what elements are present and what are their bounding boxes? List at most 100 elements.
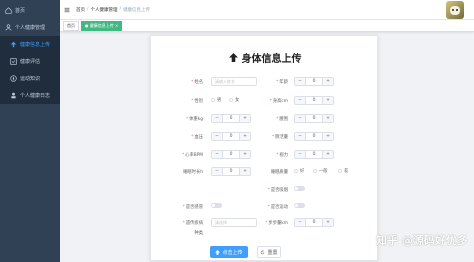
sleep-quality-poor[interactable]: 差 [338, 168, 348, 174]
hr-stepper[interactable]: −0 + [211, 150, 251, 159]
exercise-switch[interactable] [294, 203, 305, 208]
sleep-quality-good[interactable]: 好 [294, 168, 304, 174]
upload-button[interactable]: 点击上传 [210, 246, 248, 258]
decrement-button[interactable]: − [295, 151, 305, 158]
breadcrumb-item[interactable]: 首页 [76, 7, 85, 13]
smoke-switch[interactable] [294, 186, 305, 191]
vision-value: 0 [305, 151, 323, 158]
sleep-hours-stepper[interactable]: −0 + [211, 167, 251, 176]
lung-value: 0 [305, 133, 323, 140]
steps-stepper[interactable]: −0 + [294, 218, 334, 227]
gender-radio-female[interactable]: 女 [229, 97, 239, 103]
weight-label: *体重kg [186, 117, 203, 122]
lung-label: *肺活量 [271, 135, 288, 140]
breadcrumb: 首页 / 个人健康管理 / 健康信息上传 [76, 7, 150, 13]
hr-value: 0 [222, 151, 240, 158]
sidebar-item-log[interactable]: 个人健康日志 [0, 87, 60, 104]
vision-stepper[interactable]: −0 + [294, 150, 334, 159]
disease-select[interactable]: 请选择 [211, 218, 257, 227]
increment-button[interactable]: + [323, 133, 333, 140]
radio-dot [313, 169, 317, 173]
reset-button[interactable]: 重置 [257, 246, 281, 258]
sleep-quality-label: 睡眠质量 [270, 170, 288, 175]
cold-switch[interactable] [211, 203, 222, 208]
refresh-icon [261, 249, 265, 254]
increment-button[interactable]: + [323, 219, 333, 226]
height-stepper[interactable]: −0 + [294, 96, 334, 105]
sidebar-item-assessment[interactable]: 健康评估 [0, 53, 60, 70]
breadcrumb-item[interactable]: 个人健康管理 [91, 7, 118, 13]
form-title-text: 身体信息上传 [241, 54, 302, 65]
form-card: 身体信息上传 *姓名 请输入姓名 *年龄 −0 + *性别 男 女 *身高cm −… [150, 35, 378, 261]
smoke-label: *是否吸烟 [267, 188, 288, 193]
tag-upload[interactable]: ● 健康信息上传 × [81, 20, 123, 31]
decrement-button[interactable]: − [295, 78, 305, 85]
radio-dot [338, 169, 342, 173]
decrement-button[interactable]: − [212, 168, 222, 175]
tag-label: 健康信息上传 [89, 22, 114, 28]
sleep-hours-value: 0 [222, 168, 240, 175]
sidebar-item-label: 健康评估 [20, 59, 41, 65]
increment-button[interactable]: + [240, 115, 250, 122]
name-field[interactable]: 请输入姓名 [211, 77, 257, 86]
steps-value: 0 [305, 219, 323, 226]
increment-button[interactable]: + [240, 168, 250, 175]
upload-icon [10, 41, 17, 48]
sidebar-item-knowledge[interactable]: 运动知识 [0, 70, 60, 87]
tag-home[interactable]: 首页 [63, 20, 79, 31]
upload-icon [228, 53, 238, 62]
decrement-button[interactable]: − [295, 115, 305, 122]
sleep-quality-normal[interactable]: 一般 [313, 168, 328, 174]
waist-stepper[interactable]: −0 + [294, 114, 334, 123]
bp-label: *血压 [191, 135, 203, 140]
increment-button[interactable]: + [323, 115, 333, 122]
decrement-button[interactable]: − [212, 115, 222, 122]
cold-label: *是否感冒 [182, 205, 203, 210]
sleep-hours-label: 睡眠时长h [183, 170, 203, 175]
breadcrumb-separator: / [119, 6, 122, 12]
increment-button[interactable]: + [240, 133, 250, 140]
disease-label: *遗传疾病 [182, 221, 203, 226]
main-area: 首页 / 个人健康管理 / 健康信息上传 首页 ● 健康信息上传 × 身体信息上… [60, 0, 474, 262]
increment-button[interactable]: + [323, 151, 333, 158]
avatar-eye [456, 9, 458, 11]
sidebar-item-health-management[interactable]: 个人健康管理 [0, 19, 60, 36]
avatar-eye [452, 9, 454, 11]
user-icon [5, 24, 12, 31]
checklist-icon [10, 58, 17, 65]
tags-view: 首页 ● 健康信息上传 × [60, 20, 474, 32]
increment-button[interactable]: + [323, 78, 333, 85]
lung-stepper[interactable]: −0 + [294, 132, 334, 141]
bp-stepper[interactable]: −0 + [211, 132, 251, 141]
reset-button-label: 重置 [267, 249, 278, 256]
sidebar-item-label: 首页 [15, 8, 26, 14]
sidebar-item-upload[interactable]: 健康信息上传 [0, 36, 60, 53]
form-title: 身体信息上传 [151, 50, 379, 65]
navbar: 首页 / 个人健康管理 / 健康信息上传 [60, 0, 474, 20]
avatar[interactable] [446, 1, 464, 19]
weight-stepper[interactable]: −0 + [211, 114, 251, 123]
decrement-button[interactable]: − [295, 219, 305, 226]
increment-button[interactable]: + [323, 97, 333, 104]
content-area: 身体信息上传 *姓名 请输入姓名 *年龄 −0 + *性别 男 女 *身高cm −… [60, 32, 474, 262]
sidebar-item-label: 运动知识 [20, 76, 41, 82]
gender-radio-male[interactable]: 男 [211, 97, 221, 103]
age-stepper[interactable]: −0 + [294, 77, 334, 86]
app: 首页 个人健康管理 健康信息上传 健康评估 运动知识 个人健康日志 首页 / 个… [0, 0, 474, 262]
decrement-button[interactable]: − [295, 133, 305, 140]
sidebar-item-label: 个人健康管理 [15, 25, 46, 31]
height-value: 0 [305, 97, 323, 104]
increment-button[interactable]: + [240, 151, 250, 158]
vision-label: *视力 [276, 153, 288, 158]
hamburger-icon[interactable] [64, 7, 70, 13]
sidebar-item-home[interactable]: 首页 [0, 2, 60, 19]
age-value: 0 [305, 78, 323, 85]
bp-value: 0 [222, 133, 240, 140]
waist-value: 0 [305, 115, 323, 122]
hr-label: *心率BPM [182, 153, 203, 158]
kind-label: 种类 [194, 231, 203, 236]
decrement-button[interactable]: − [212, 151, 222, 158]
decrement-button[interactable]: − [212, 133, 222, 140]
waist-label: *腰围 [276, 117, 288, 122]
decrement-button[interactable]: − [295, 97, 305, 104]
